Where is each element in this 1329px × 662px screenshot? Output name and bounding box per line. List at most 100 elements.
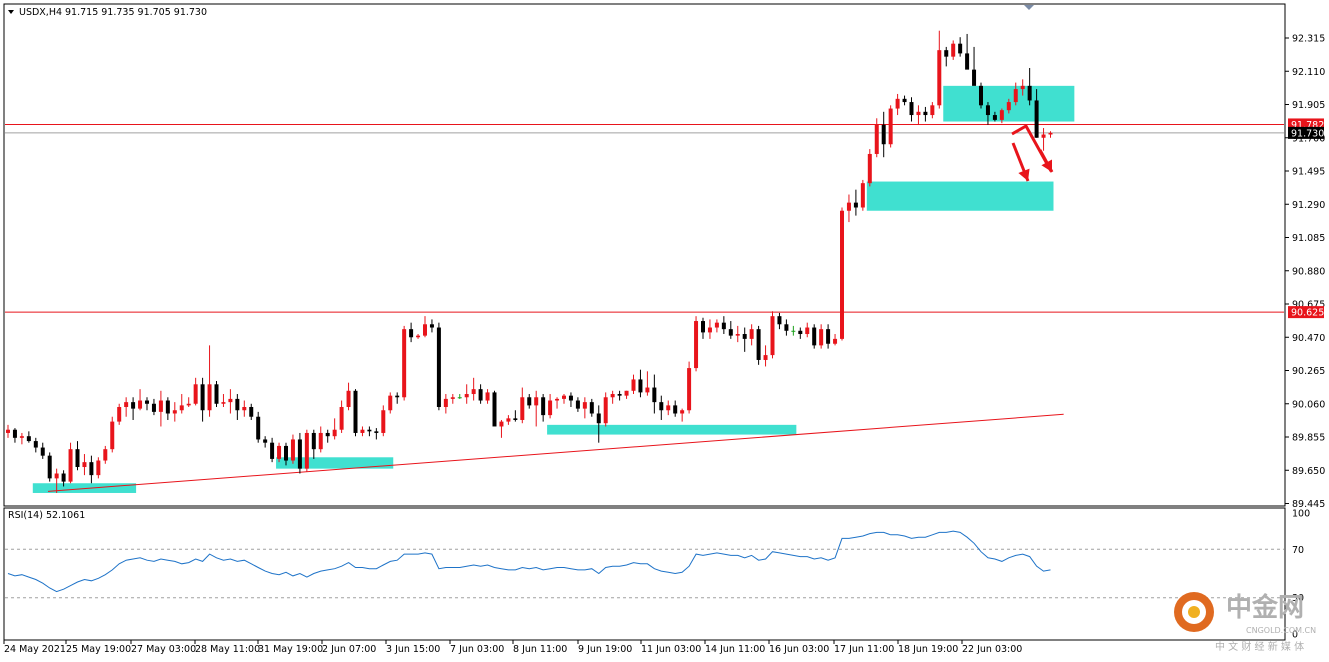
candle-body (951, 43, 956, 57)
candle-body (742, 334, 747, 339)
candle-body (110, 421, 115, 450)
symbol-label: USDX,H4 (19, 7, 62, 18)
candle-body (158, 400, 163, 412)
watermark-url: CNGOLD.COM.CN (1246, 626, 1316, 635)
candle-body (791, 330, 796, 332)
candle-body (916, 111, 921, 116)
candle-body (1006, 102, 1011, 111)
candle-43 (304, 429, 309, 472)
watermark-sub: 中 文 财 经 新 媒 体 (1215, 640, 1304, 653)
candle-body (193, 384, 198, 404)
candle-body (527, 397, 532, 406)
candle-body (582, 402, 587, 409)
candle-body (937, 50, 942, 106)
candle-15 (110, 416, 115, 453)
price-tag-current-text: 91.730 (1291, 128, 1324, 139)
candle-body (19, 436, 24, 438)
candle-body (325, 432, 330, 437)
candle-body (165, 400, 170, 414)
price-tag-resistance-low: 90.625 (1288, 306, 1324, 319)
candle-body (721, 322, 726, 330)
candle-body (999, 110, 1004, 120)
candle-body (423, 324, 427, 336)
candle-body (297, 439, 302, 469)
x-tick-label: 3 Jun 15:00 (386, 644, 440, 655)
watermark-brand: 中金网 (1226, 592, 1304, 623)
candle-body (763, 355, 768, 360)
candle-body (1013, 89, 1018, 103)
candle-body (575, 400, 580, 409)
candle-110 (770, 311, 775, 359)
candle-body (263, 439, 268, 443)
candle-body (853, 202, 858, 208)
y-tick-label: 90.060 (1292, 399, 1325, 410)
candle-body (471, 389, 476, 395)
candle-body (26, 436, 31, 442)
candle-108 (756, 325, 761, 365)
candle-6 (47, 452, 52, 482)
candle-body (416, 335, 421, 338)
candle-body (631, 379, 636, 391)
y-tick-label: 92.110 (1292, 67, 1325, 78)
candle-body (117, 407, 122, 422)
candle-body (777, 316, 782, 325)
x-tick-label: 27 May 03:00 (131, 644, 196, 655)
candle-body (589, 402, 594, 414)
candle-body (888, 108, 893, 145)
candle-body (805, 327, 810, 335)
chart-canvas[interactable]: USDX,H4 91.715 91.735 91.705 91.730 92.3… (0, 0, 1329, 662)
x-tick-label: 11 Jun 03:00 (641, 644, 701, 655)
candle-body (874, 124, 879, 154)
candle-body (992, 115, 997, 120)
candle-body (33, 441, 38, 448)
candle-body (881, 124, 886, 145)
candle-body (284, 445, 288, 461)
rsi-axis-label: 100 (1292, 509, 1310, 520)
price-tag-resistance-low-text: 90.625 (1291, 308, 1324, 319)
candle-body (270, 442, 275, 459)
candle-body (749, 329, 754, 339)
candle-body (707, 327, 712, 333)
watermark-logo: 中金网 CNGOLD.COM.CN 中 文 财 经 新 媒 体 (1174, 592, 1316, 653)
candle-body (638, 379, 643, 393)
candle-body (402, 329, 407, 398)
candle-body (374, 431, 379, 433)
x-tick-label: 25 May 19:00 (66, 644, 131, 655)
candle-body (256, 416, 261, 440)
candle-120 (840, 207, 844, 341)
candle-body (930, 105, 935, 116)
candle-body (249, 407, 254, 417)
candle-body (819, 329, 824, 346)
candle-body (735, 334, 740, 336)
candle-30 (214, 381, 219, 408)
candle-body (151, 403, 156, 412)
support-zone-2 (547, 424, 797, 435)
candle-body (186, 403, 191, 406)
candle-body (617, 394, 622, 396)
candle-body (846, 202, 851, 211)
candle-116 (812, 324, 817, 349)
candle-body (96, 460, 101, 476)
candle-body (311, 432, 316, 450)
support-zone-3 (866, 181, 1054, 211)
candle-body (429, 324, 434, 328)
candle-body (610, 394, 615, 398)
candle-body (756, 329, 761, 360)
candle-body (979, 85, 983, 106)
candle-body (923, 111, 928, 116)
y-tick-label: 91.290 (1292, 200, 1325, 211)
candle-57 (402, 325, 407, 401)
y-tick-label: 91.085 (1292, 233, 1325, 244)
candle-body (47, 455, 52, 479)
candle-body (798, 330, 803, 335)
candle-body (1027, 85, 1032, 101)
y-tick-label: 91.905 (1292, 100, 1325, 111)
y-tick-label: 89.650 (1292, 466, 1325, 477)
candle-body (200, 384, 205, 411)
candle-body (290, 439, 295, 461)
candle-body (457, 397, 462, 399)
candle-body (242, 407, 247, 411)
candle-body (346, 390, 351, 408)
candle-body (381, 410, 386, 433)
candle-body (555, 398, 560, 401)
